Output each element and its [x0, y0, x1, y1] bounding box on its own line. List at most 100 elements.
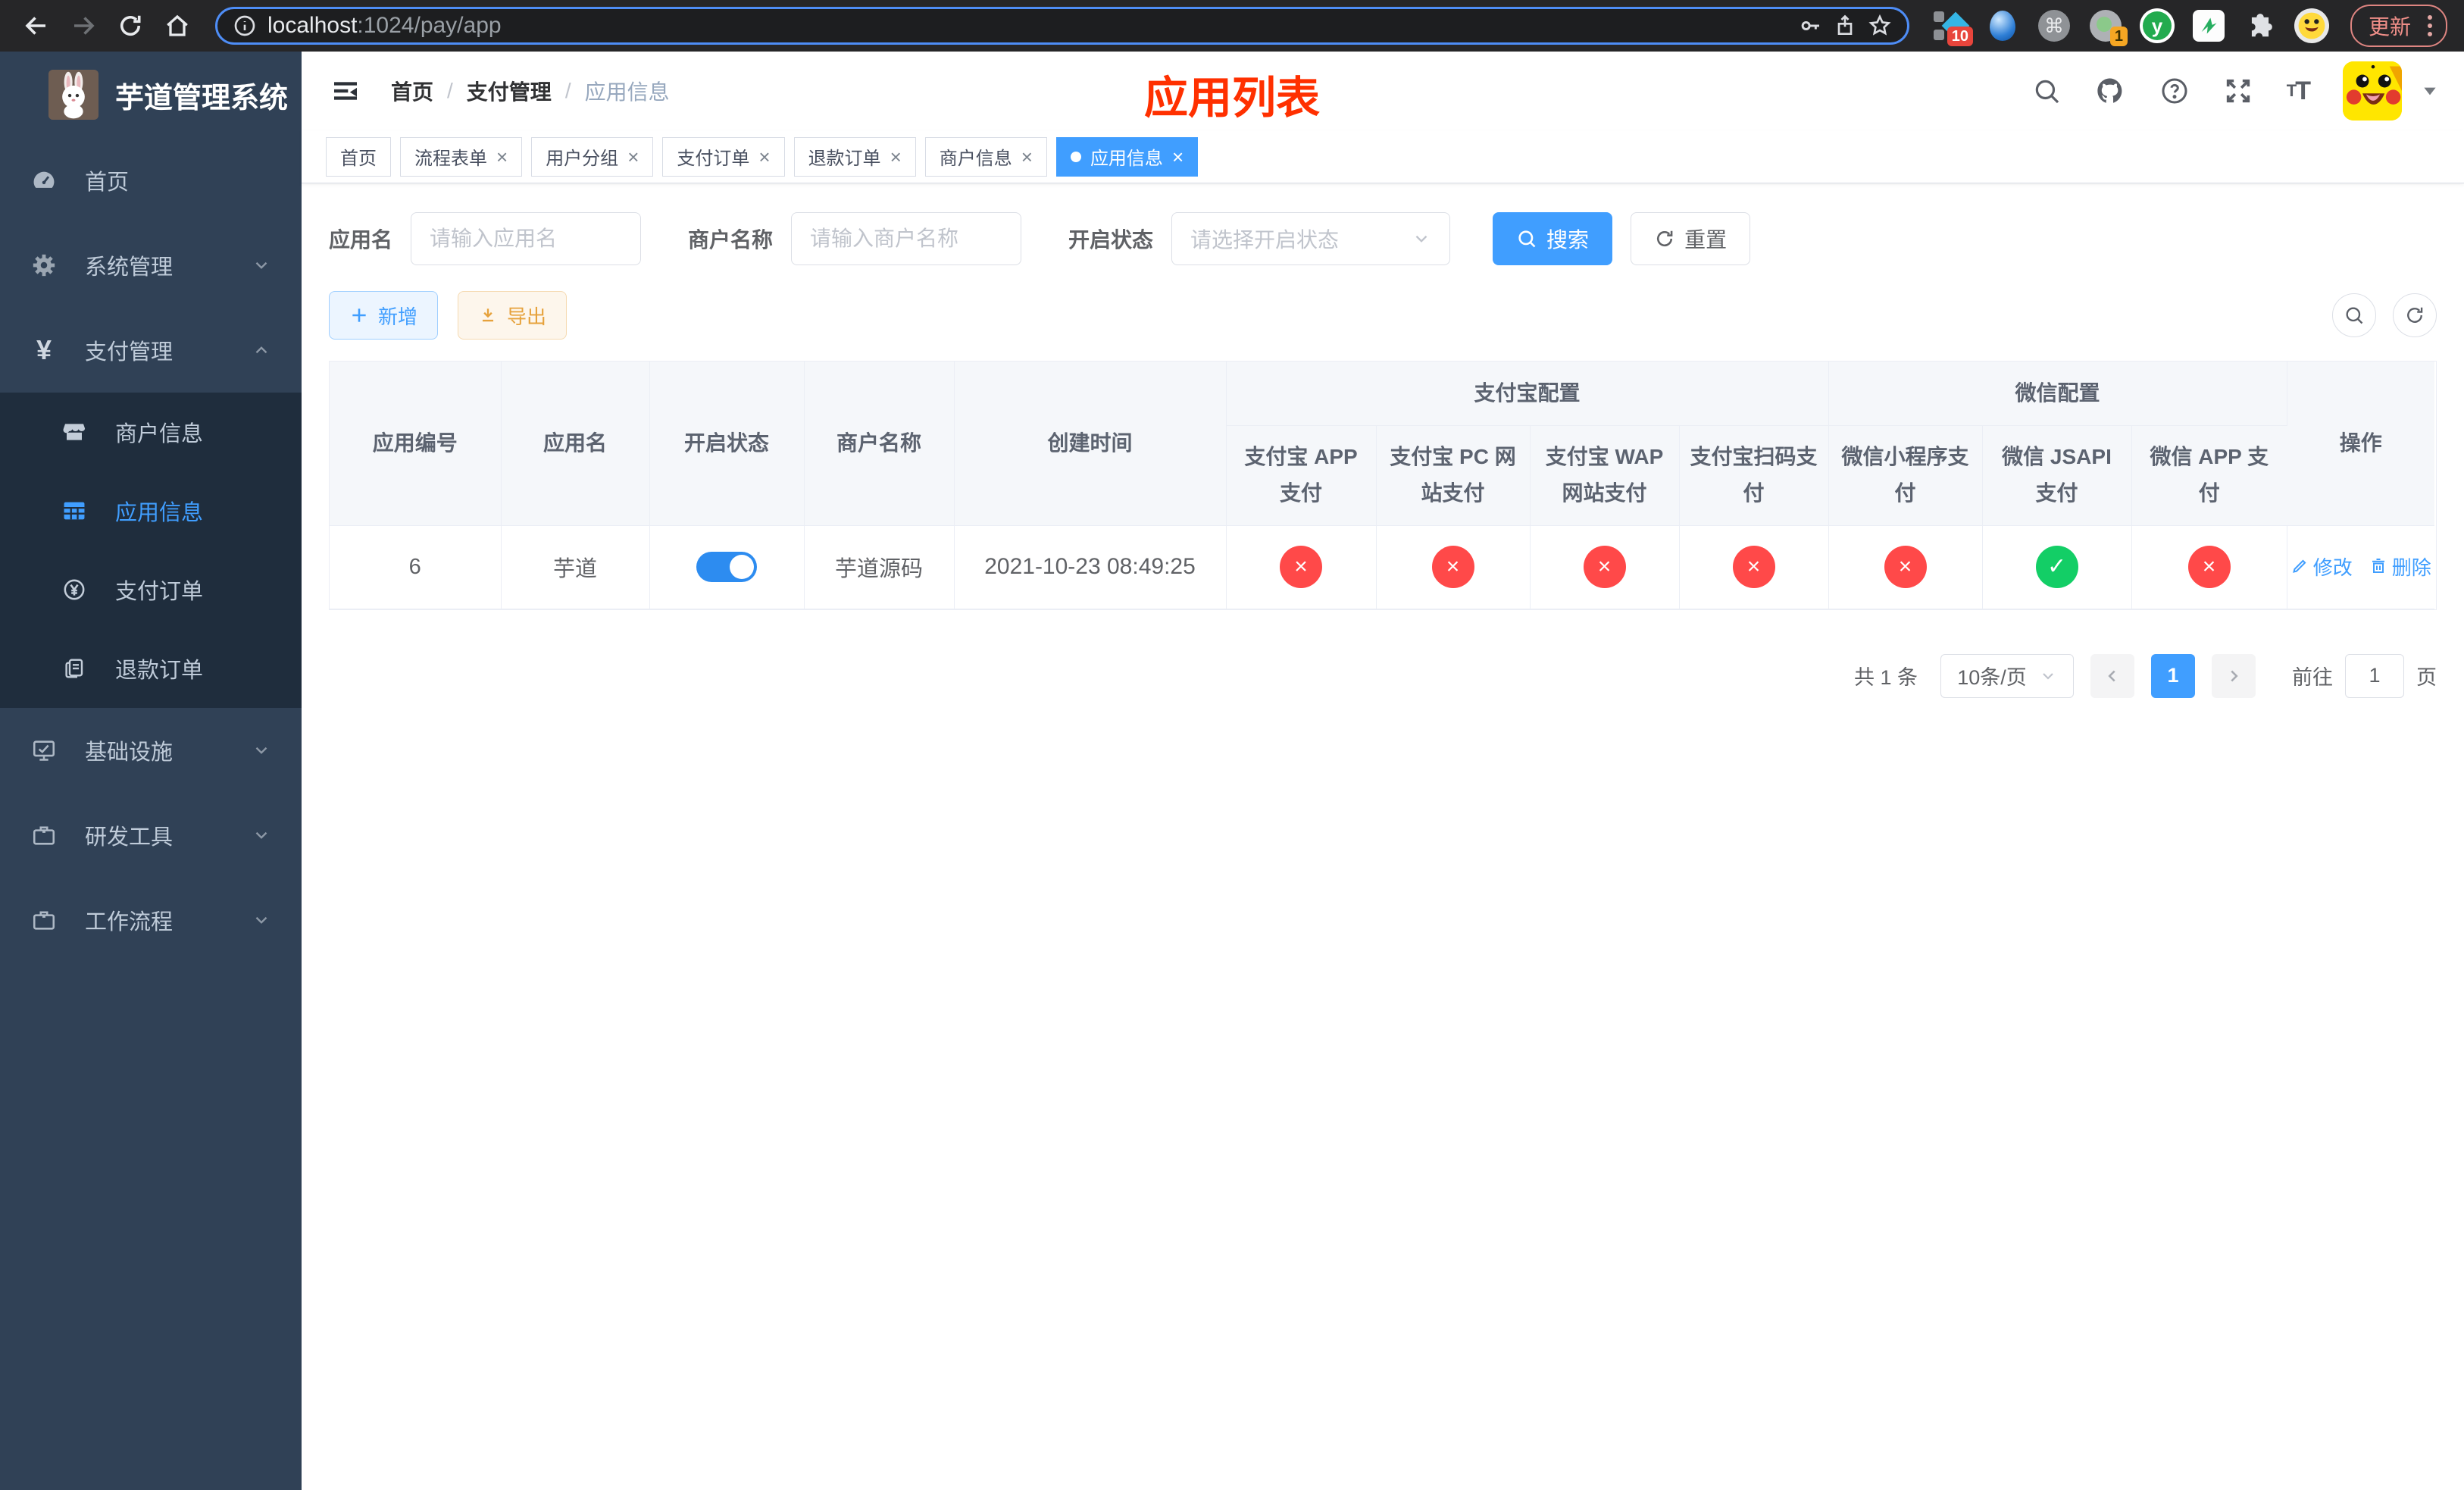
reset-button-label: 重置 — [1684, 228, 1728, 252]
extensions-puzzle-icon[interactable] — [2243, 8, 2278, 43]
breadcrumb-home[interactable]: 首页 — [391, 76, 433, 106]
page-unit-label: 页 — [2416, 666, 2437, 689]
tab-process-form[interactable]: 流程表单 × — [400, 136, 523, 177]
header-search-icon[interactable] — [2032, 77, 2061, 105]
briefcase-icon — [30, 907, 58, 933]
search-button[interactable]: 搜索 — [1493, 212, 1613, 265]
sidebar-item-app-info[interactable]: 应用信息 — [0, 471, 302, 550]
home-icon[interactable] — [158, 6, 197, 45]
delete-button[interactable]: 删除 — [2369, 552, 2431, 581]
chevron-left-icon — [2108, 670, 2115, 681]
browser-menu-kebab-icon[interactable] — [2423, 14, 2437, 38]
extension-diamond-icon[interactable]: 10 — [1933, 8, 1973, 46]
monitor-check-icon — [30, 737, 58, 763]
user-avatar[interactable] — [2343, 61, 2402, 121]
url-bar[interactable]: localhost:1024/pay/app — [215, 7, 1909, 45]
cell-merchant: 芋道源码 — [804, 525, 955, 609]
edit-button[interactable]: 修改 — [2290, 552, 2353, 581]
info-icon[interactable] — [233, 14, 257, 38]
help-icon[interactable] — [2159, 76, 2190, 106]
page-1-button[interactable]: 1 — [2151, 653, 2195, 698]
sidebar-item-payment[interactable]: ¥ 支付管理 — [0, 308, 302, 393]
forward-icon[interactable] — [64, 6, 103, 45]
table-mini-actions — [2332, 293, 2437, 337]
goto-page-input[interactable] — [2345, 653, 2404, 698]
breadcrumb-separator: / — [447, 79, 453, 102]
cell-app-id: 6 — [330, 525, 502, 609]
sidebar-item-infrastructure[interactable]: 基础设施 — [0, 708, 302, 793]
tab-refund-order[interactable]: 退款订单 × — [793, 136, 916, 177]
extension-chat-icon[interactable] — [2191, 8, 2226, 43]
extension-command-icon[interactable]: ⌘ — [2037, 8, 2072, 43]
status-toggle[interactable] — [696, 552, 757, 582]
close-icon[interactable]: × — [890, 147, 902, 167]
extension-balloon-icon[interactable] — [1985, 8, 2020, 43]
hide-search-button[interactable] — [2332, 293, 2376, 337]
tab-user-group[interactable]: 用户分组 × — [531, 136, 654, 177]
bookmark-star-icon[interactable] — [1868, 14, 1892, 38]
chevron-down-icon — [252, 740, 271, 760]
sidebar-item-workflow[interactable]: 工作流程 — [0, 878, 302, 963]
add-button[interactable]: 新增 — [329, 291, 439, 340]
browser-update-button[interactable]: 更新 — [2350, 5, 2447, 47]
close-icon[interactable]: × — [1172, 147, 1184, 167]
password-key-icon[interactable] — [1798, 14, 1822, 38]
close-icon[interactable]: × — [627, 147, 639, 167]
extension-y-icon[interactable]: y — [2139, 8, 2175, 43]
sidebar-item-home[interactable]: 首页 — [0, 138, 302, 223]
github-icon[interactable] — [2094, 75, 2126, 107]
extension-status-icon[interactable]: 1 — [2088, 8, 2128, 46]
sidebar-menu: 首页 系统管理 ¥ 支付管理 商户信息 应用信息 支付订单 退款订单 基础设施 … — [0, 138, 302, 963]
tab-home[interactable]: 首页 — [326, 136, 391, 177]
next-page-button[interactable] — [2212, 653, 2256, 698]
sidebar-item-label: 研发工具 — [85, 825, 174, 850]
sidebar-item-dev-tools[interactable]: 研发工具 — [0, 793, 302, 878]
command-glyph: ⌘ — [2037, 10, 2070, 42]
reset-button[interactable]: 重置 — [1631, 212, 1751, 265]
fullscreen-icon[interactable] — [2223, 76, 2253, 106]
gear-icon — [30, 252, 58, 278]
tab-pay-order[interactable]: 支付订单 × — [662, 136, 785, 177]
delete-label: 删除 — [2391, 556, 2431, 579]
merchant-name-label: 商户名称 — [688, 228, 774, 252]
tab-merchant-info[interactable]: 商户信息 × — [924, 136, 1047, 177]
close-icon[interactable]: × — [496, 147, 508, 167]
profile-avatar-icon[interactable] — [2294, 8, 2329, 43]
app-shell: 芋道管理系统 首页 系统管理 ¥ 支付管理 商户信息 应用信息 支付订单 退款订… — [0, 52, 2464, 1490]
share-icon[interactable] — [1833, 14, 1857, 38]
sidebar-item-pay-order[interactable]: 支付订单 — [0, 550, 302, 629]
tab-label: 流程表单 — [414, 149, 487, 169]
status-select[interactable]: 请选择开启状态 — [1171, 212, 1451, 265]
page-size-select[interactable]: 10条/页 — [1940, 653, 2074, 698]
download-icon — [482, 308, 494, 322]
sidebar-item-refund-order[interactable]: 退款订单 — [0, 629, 302, 708]
filter-form: 应用名 商户名称 开启状态 请选择开启状态 搜索 重置 — [329, 212, 2437, 265]
merchant-name-input[interactable] — [791, 212, 1022, 265]
export-button[interactable]: 导出 — [458, 291, 568, 340]
prev-page-button[interactable] — [2090, 653, 2134, 698]
tab-app-info-active[interactable]: 应用信息 × — [1055, 136, 1199, 177]
pagination-total: 共 1 条 — [1853, 666, 1918, 689]
sidebar-item-merchant-info[interactable]: 商户信息 — [0, 393, 302, 471]
col-created: 创建时间 — [954, 362, 1227, 526]
close-icon[interactable]: × — [758, 147, 770, 167]
sidebar-item-label: 商户信息 — [115, 422, 204, 446]
goto-page: 前往 页 — [2292, 653, 2437, 698]
sidebar-item-system[interactable]: 系统管理 — [0, 223, 302, 308]
refresh-table-button[interactable] — [2393, 293, 2437, 337]
breadcrumb-payment[interactable]: 支付管理 — [467, 76, 552, 106]
sidebar-collapse-icon[interactable] — [326, 71, 365, 111]
back-icon[interactable] — [17, 6, 56, 45]
sidebar-item-label: 应用信息 — [115, 501, 204, 525]
pagination: 共 1 条 10条/页 1 前往 页 — [329, 653, 2437, 698]
sidebar-logo[interactable]: 芋道管理系统 — [0, 52, 302, 138]
edit-label: 修改 — [2312, 556, 2353, 579]
app-name-input[interactable] — [411, 212, 642, 265]
caret-down-icon[interactable] — [2420, 81, 2440, 101]
font-size-icon[interactable]: TT — [2287, 77, 2311, 106]
cell-alipay-pc: × — [1376, 525, 1531, 609]
status-select-placeholder: 请选择开启状态 — [1190, 228, 1340, 252]
close-icon[interactable]: × — [1021, 147, 1033, 167]
trash-icon — [2372, 559, 2384, 574]
reload-icon[interactable] — [111, 6, 150, 45]
